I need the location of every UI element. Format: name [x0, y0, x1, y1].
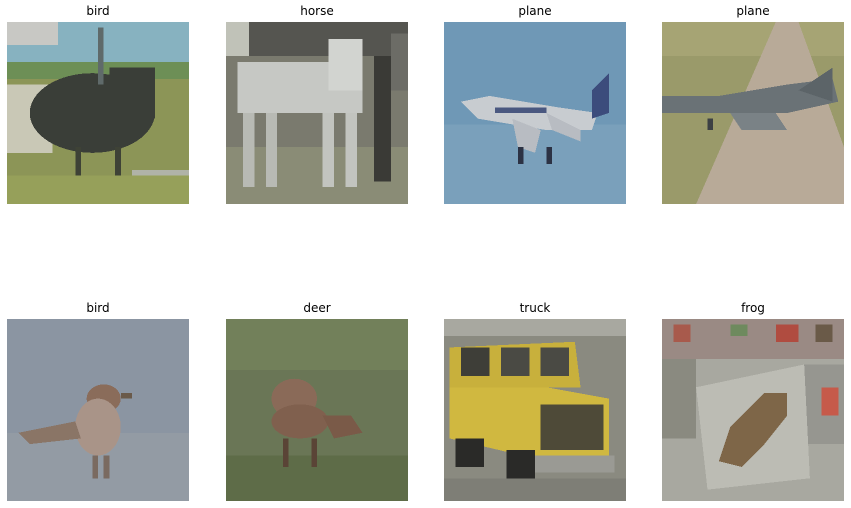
white-horse-photo	[226, 22, 408, 204]
image-label: bird	[86, 301, 110, 315]
image-label: deer	[303, 301, 331, 315]
image-label: truck	[519, 301, 551, 315]
sparrow-photo	[7, 319, 189, 501]
image-label: horse	[300, 4, 334, 18]
image-label: plane	[736, 4, 770, 18]
deer-in-grass-photo	[226, 319, 408, 501]
frog-on-floor-photo	[662, 319, 844, 501]
image-label: frog	[741, 301, 765, 315]
image-label: plane	[518, 4, 552, 18]
airliner-in-sky-photo	[444, 22, 626, 204]
ostrich-photo	[7, 22, 189, 204]
image-label: bird	[86, 4, 110, 18]
plane-on-runway-photo	[662, 22, 844, 204]
yellow-truck-photo	[444, 319, 626, 501]
